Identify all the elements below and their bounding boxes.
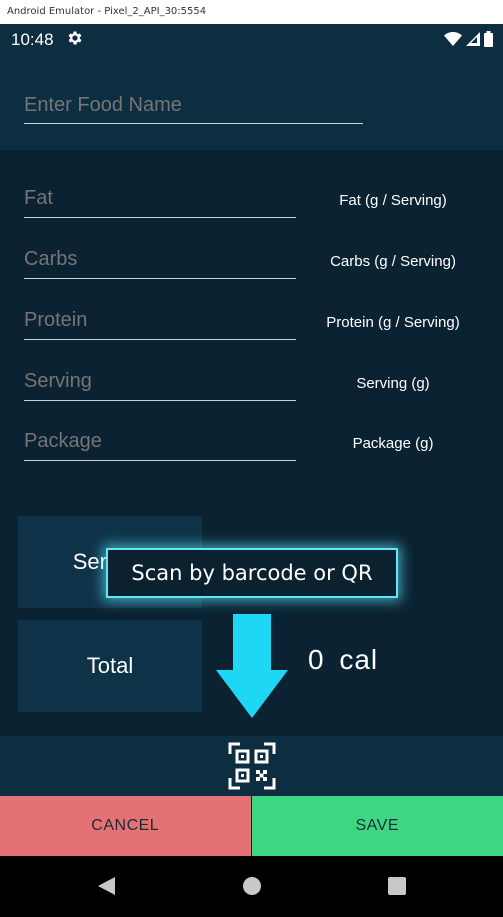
app-screen: 10:48 Fat (g / Serving) Carbs (g / Servi… [0, 24, 503, 917]
cancel-button[interactable]: CANCEL [0, 796, 252, 856]
food-name-input[interactable] [24, 92, 363, 124]
recents-icon[interactable] [386, 875, 408, 897]
total-button[interactable]: Total [18, 620, 202, 712]
food-name-section [0, 56, 503, 150]
protein-input[interactable] [24, 306, 296, 340]
back-icon[interactable] [95, 875, 117, 897]
navigation-bar [0, 856, 503, 917]
system-icons [444, 31, 493, 47]
fat-hint: Fat (g / Serving) [339, 192, 447, 209]
status-time: 10:48 [11, 30, 54, 49]
wifi-icon [444, 32, 462, 46]
calories-readout: 0 cal [308, 644, 378, 676]
carbs-input[interactable] [24, 245, 296, 279]
status-bar: 10:48 [0, 24, 503, 56]
protein-hint: Protein (g / Serving) [326, 314, 460, 331]
serving-input[interactable] [24, 367, 296, 401]
serving-hint: Serving (g) [356, 375, 430, 392]
package-input[interactable] [24, 427, 296, 461]
window-title: Android Emulator - Pixel_2_API_30:5554 [0, 0, 503, 24]
scan-tooltip: Scan by barcode or QR [106, 548, 398, 598]
gear-icon [68, 31, 82, 45]
calories-value: 0 [308, 644, 325, 675]
package-hint: Package (g) [352, 435, 434, 452]
arrow-down-icon [216, 614, 288, 718]
battery-icon [484, 31, 493, 47]
qr-scan-icon[interactable] [228, 742, 276, 790]
carbs-hint: Carbs (g / Serving) [330, 253, 456, 270]
home-icon[interactable] [241, 875, 263, 897]
save-button[interactable]: SAVE [251, 796, 503, 856]
signal-icon [466, 32, 480, 46]
fat-input[interactable] [24, 184, 296, 218]
action-bar: CANCEL SAVE [0, 796, 503, 856]
calories-unit: cal [339, 644, 379, 675]
